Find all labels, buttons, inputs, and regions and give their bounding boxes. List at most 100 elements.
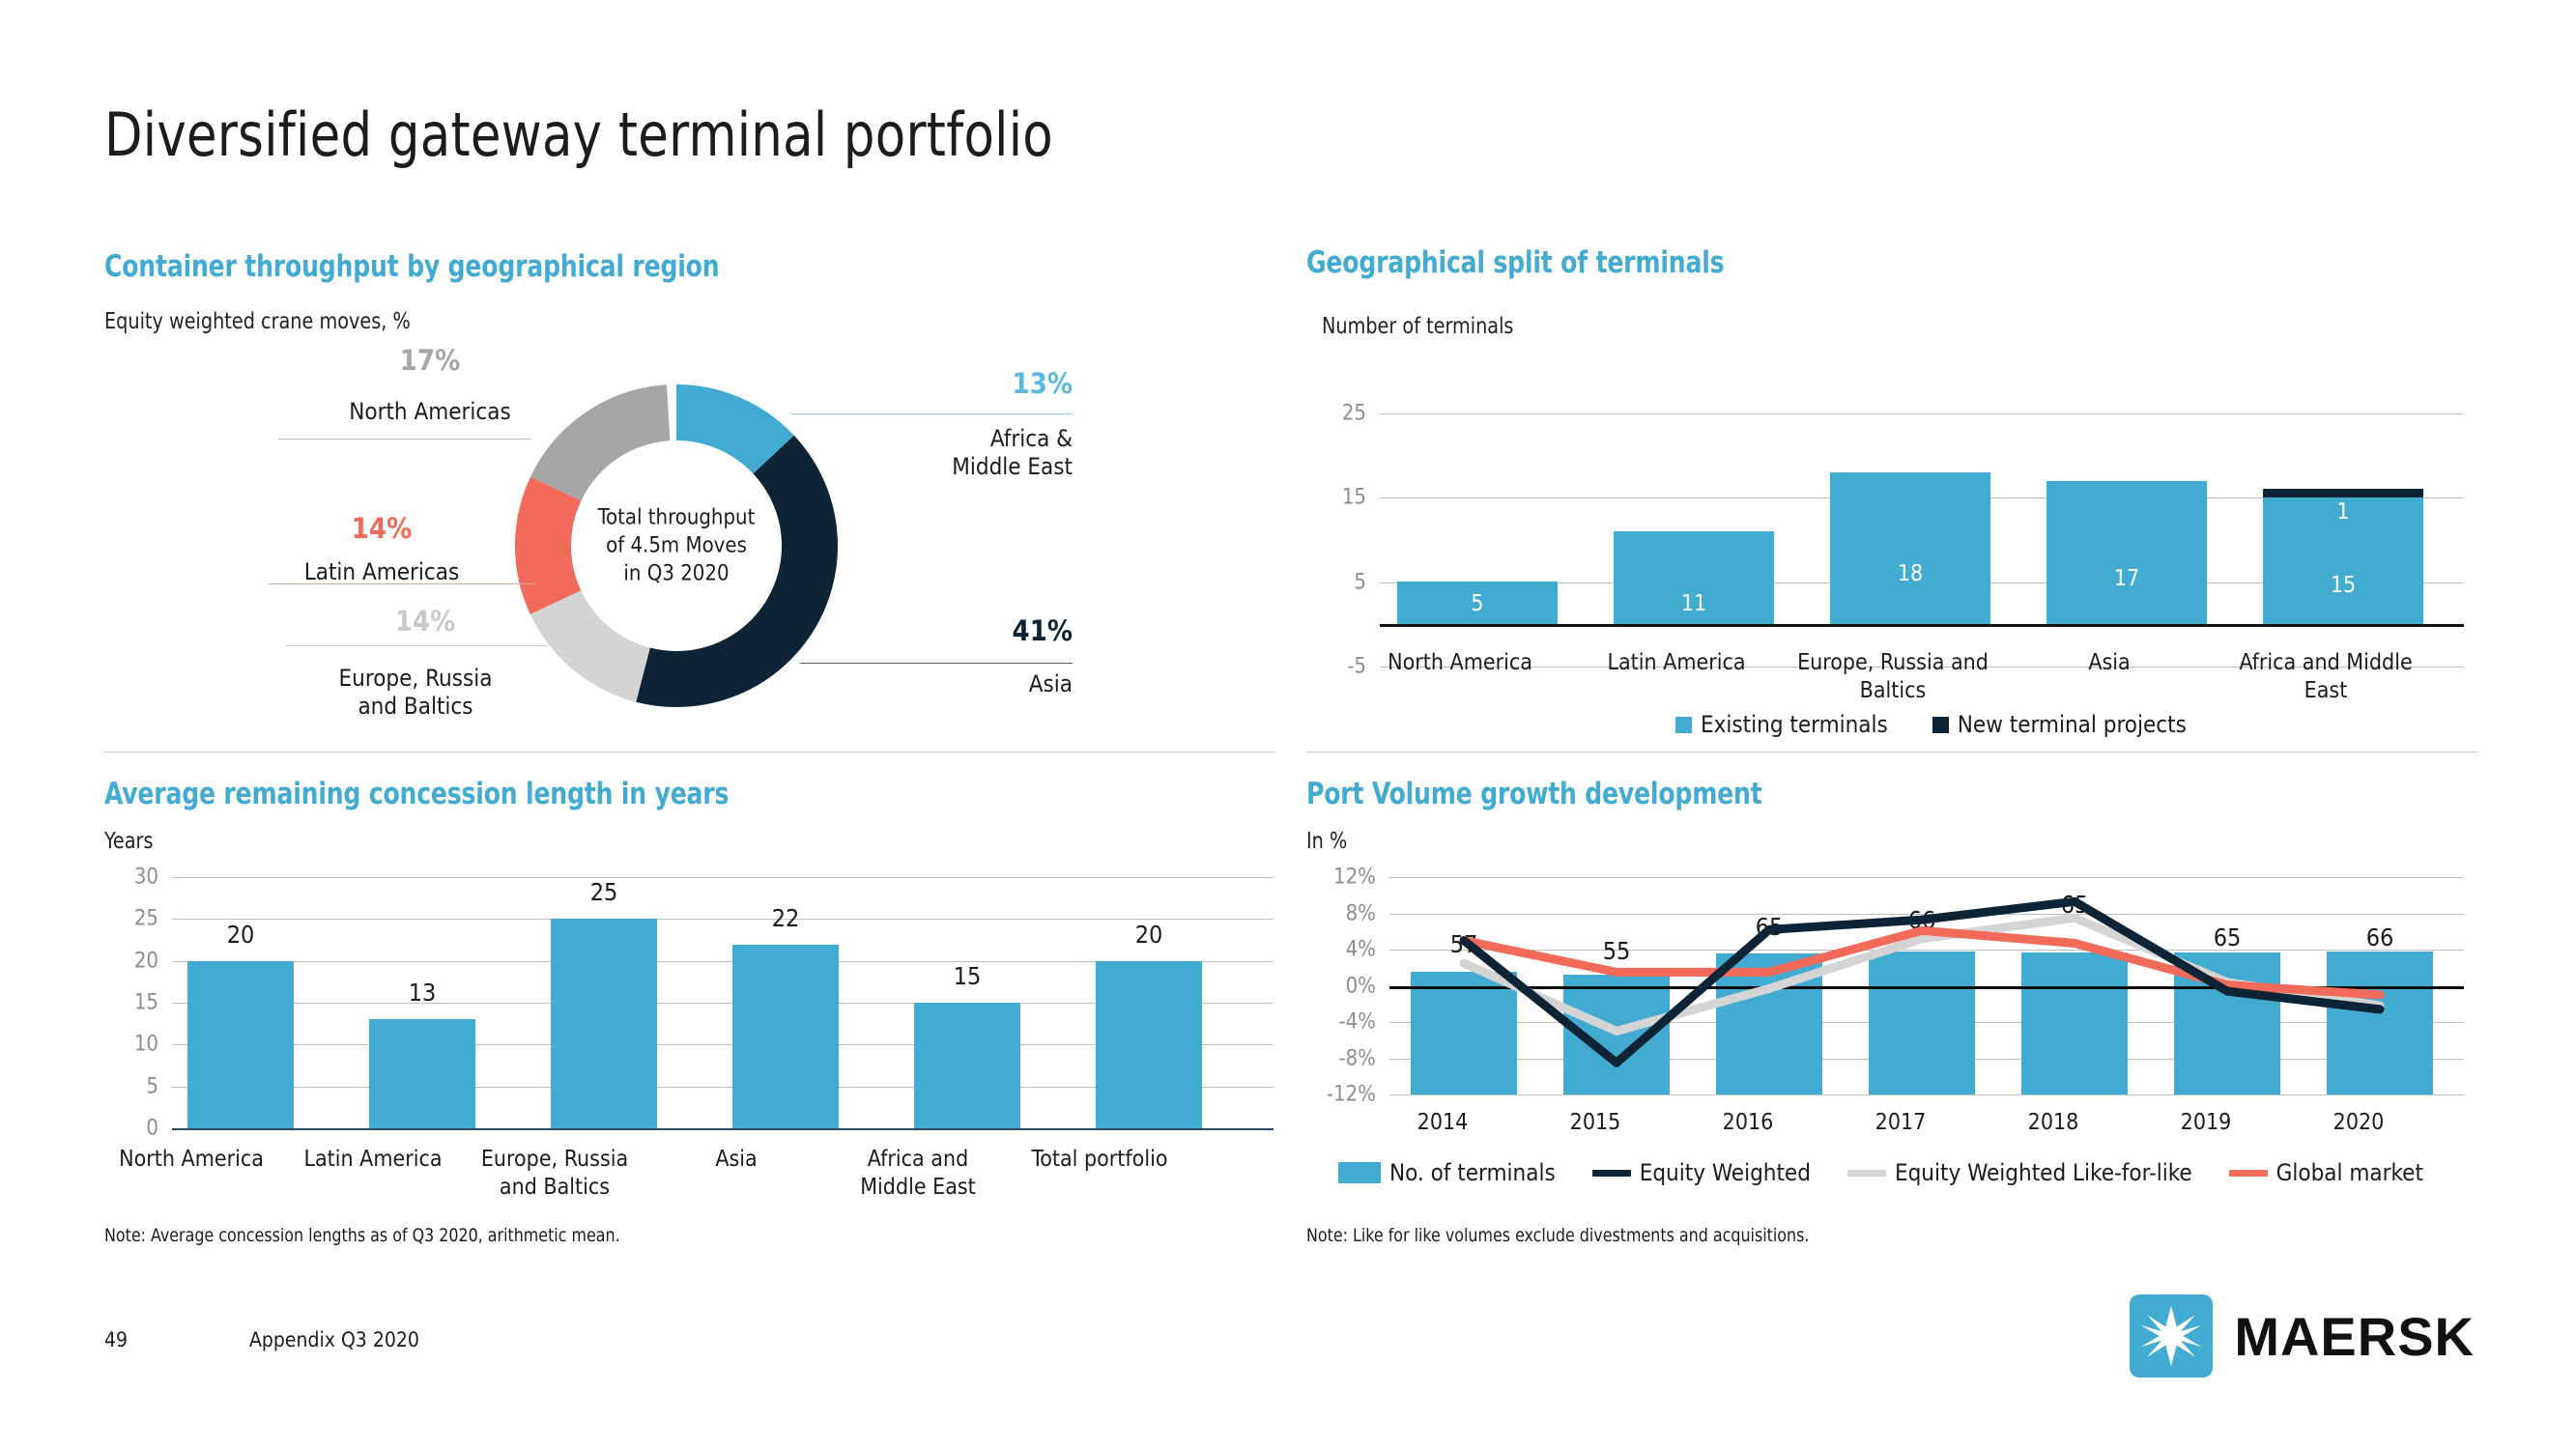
donut-callout-north-americas-label: North Americas xyxy=(349,397,511,425)
volume-legend-no-of-terminals[interactable]: No. of terminals xyxy=(1338,1159,1556,1186)
terminals-category-asia: Asia xyxy=(2088,650,2131,675)
concession-bar-fill xyxy=(732,945,839,1128)
concession-bar-value: 22 xyxy=(771,904,800,932)
volume-xtick-2016: 2016 xyxy=(1722,1110,1774,1135)
concession-category-latin-america: Latin America xyxy=(303,1147,443,1172)
terminals-legend-new-projects-label: New terminal projects xyxy=(1957,711,2187,738)
concession-bar-fill xyxy=(187,961,294,1128)
maersk-star-icon xyxy=(2130,1294,2214,1378)
volume-legend: No. of terminals Equity Weighted Equity … xyxy=(1338,1159,2423,1186)
donut-callout-latin-americas: 14% Latin Americas xyxy=(271,513,493,586)
concession-bar-fill xyxy=(369,1019,475,1128)
volume-note: Note: Like for like volumes exclude dive… xyxy=(1306,1225,1810,1246)
volume-ytick-0: 0% xyxy=(1345,974,1376,998)
volume-ytick-minus4: -4% xyxy=(1338,1009,1376,1035)
volume-lines-svg xyxy=(1459,896,2385,1067)
donut-callout-africa-middle-east-label: Africa & Middle East xyxy=(870,425,1073,482)
concession-bar-value: 13 xyxy=(408,979,437,1007)
terminals-bar-existing xyxy=(2046,481,2207,624)
terminals-bar-value-new-projects: 1 xyxy=(2336,499,2350,525)
concession-bar-fill xyxy=(551,919,657,1128)
donut-leader-africa-middle-east xyxy=(790,413,1073,414)
terminals-bar-group-latin-america: 11 xyxy=(1614,531,1774,624)
concession-category-asia: Asia xyxy=(715,1147,758,1172)
concession-category-europe-russia-baltics: Europe, Russia and Baltics xyxy=(480,1147,629,1200)
terminals-bar-new-projects xyxy=(2263,489,2423,497)
volume-xtick-2014: 2014 xyxy=(1417,1110,1469,1135)
terminals-bar-value-asia: 17 xyxy=(2113,566,2140,591)
donut-leader-latin-americas xyxy=(269,583,535,584)
donut-callout-africa-middle-east-pct: 13% xyxy=(1012,367,1073,400)
donut-callout-asia: 41% xyxy=(918,614,1073,647)
volume-ytick-minus12: -12% xyxy=(1326,1082,1376,1107)
concession-bar-total-portfolio: 20 xyxy=(1096,921,1202,1128)
donut-leader-asia xyxy=(800,663,1073,664)
terminals-legend-existing[interactable]: Existing terminals xyxy=(1675,711,1888,738)
volume-panel-title: Port Volume growth development xyxy=(1306,777,1762,811)
concession-category-total-portfolio: Total portfolio xyxy=(1031,1147,1168,1172)
donut-callout-asia-label: Asia xyxy=(918,670,1073,698)
volume-xtick-2015: 2015 xyxy=(1569,1110,1621,1135)
terminals-legend: Existing terminals New terminal projects xyxy=(1675,711,2187,738)
donut-callout-latin-americas-label: Latin Americas xyxy=(303,557,460,585)
donut-callout-ame-line1: Africa & xyxy=(989,425,1073,452)
concession-bar-value: 25 xyxy=(589,878,618,906)
concession-bar-value: 20 xyxy=(1134,921,1163,949)
concession-bar-asia: 22 xyxy=(732,904,839,1128)
donut-center-line-1: Total throughput xyxy=(597,505,756,530)
volume-plot: 12% 8% 4% 0% -4% -8% -12% 57 55 65 66 65… xyxy=(1327,866,2464,1107)
terminals-bar-group-africa-middle-east: 1 15 xyxy=(2263,489,2423,624)
volume-ytick-minus8: -8% xyxy=(1338,1046,1376,1070)
volume-ytick-8: 8% xyxy=(1345,901,1376,925)
terminals-ytick-15: 15 xyxy=(1341,485,1366,510)
legend-swatch-icon xyxy=(1591,1169,1631,1177)
donut-callout-africa-middle-east: 13% xyxy=(899,367,1073,400)
donut-center-line-3: in Q3 2020 xyxy=(623,561,730,586)
terminals-baseline xyxy=(1380,624,2464,627)
legend-swatch-icon xyxy=(1846,1169,1886,1177)
donut-callout-europe-russia-baltics-label: Europe, Russia and Baltics xyxy=(290,665,541,722)
volume-legend-equity-weighted-lfl[interactable]: Equity Weighted Like-for-like xyxy=(1846,1159,2192,1186)
concession-baseline xyxy=(172,1128,1274,1130)
concession-gridline-30 xyxy=(172,877,1274,878)
concession-ytick-20: 20 xyxy=(133,949,158,974)
volume-xtick-2018: 2018 xyxy=(2027,1110,2079,1135)
concession-note: Note: Average concession lengths as of Q… xyxy=(104,1225,620,1246)
volume-gridline-minus12 xyxy=(1389,1094,2464,1095)
concession-plot: 30 25 20 15 10 5 0 20 13 25 22 15 20 xyxy=(134,866,1274,1141)
terminals-category-africa-middle-east: Africa and Middle East xyxy=(2239,650,2413,703)
concession-gridline-25 xyxy=(172,919,1274,920)
volume-legend-global-market[interactable]: Global market xyxy=(2228,1159,2423,1186)
donut-callout-europe-russia-baltics-pct: 14% xyxy=(394,605,456,638)
volume-legend-global-market-label: Global market xyxy=(2275,1159,2423,1186)
donut-leader-europe-russia-baltics xyxy=(286,645,547,646)
legend-swatch-icon xyxy=(1675,716,1692,733)
donut-callout-europe-russia-baltics: 14% xyxy=(319,605,531,638)
terminals-category-europe-russia-baltics: Europe, Russia and Baltics xyxy=(1797,650,1989,703)
seven-point-star-icon xyxy=(2140,1305,2202,1367)
concession-category-africa-middle-east: Africa and Middle East xyxy=(860,1147,976,1200)
volume-ytick-4: 4% xyxy=(1345,937,1376,962)
terminals-ytick-25: 25 xyxy=(1341,401,1366,426)
concession-bar-value: 15 xyxy=(953,962,982,990)
concession-panel-subtitle: Years xyxy=(104,829,154,854)
concession-bar-north-america: 20 xyxy=(187,921,294,1128)
concession-category-north-america: North America xyxy=(119,1147,264,1172)
terminals-category-north-america: North America xyxy=(1388,650,1532,675)
terminals-bar-existing xyxy=(1830,472,1990,624)
volume-legend-equity-weighted-label: Equity Weighted xyxy=(1639,1159,1811,1186)
volume-xtick-2017: 2017 xyxy=(1875,1110,1927,1135)
legend-swatch-icon xyxy=(1338,1162,1381,1183)
donut-panel-subtitle: Equity weighted crane moves, % xyxy=(104,309,411,334)
volume-legend-equity-weighted[interactable]: Equity Weighted xyxy=(1591,1159,1811,1186)
terminals-ytick-5: 5 xyxy=(1354,570,1366,595)
donut-callout-asia-pct: 41% xyxy=(1012,614,1073,647)
volume-legend-equity-weighted-lfl-label: Equity Weighted Like-for-like xyxy=(1894,1159,2192,1186)
donut-center-text: Total throughput of 4.5m Moves in Q3 202… xyxy=(565,503,787,587)
donut-callout-asia-line1: Asia xyxy=(1028,670,1073,697)
concession-ytick-15: 15 xyxy=(133,990,158,1015)
terminals-legend-new-projects[interactable]: New terminal projects xyxy=(1932,711,2187,738)
concession-ytick-10: 10 xyxy=(133,1032,158,1057)
concession-ytick-25: 25 xyxy=(133,906,158,931)
terminals-bar-value-latin-america: 11 xyxy=(1680,591,1707,616)
